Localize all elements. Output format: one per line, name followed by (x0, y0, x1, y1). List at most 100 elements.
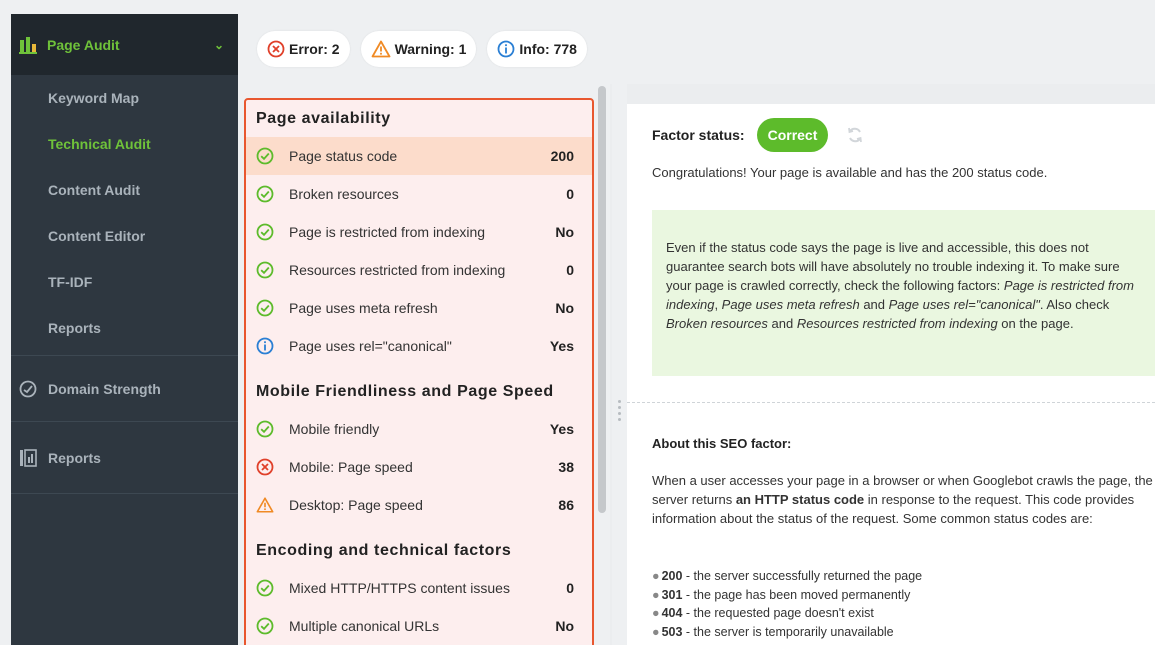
section-title: Page availability (256, 109, 391, 127)
warning-icon (371, 40, 390, 58)
note-text-part: Broken resources (666, 316, 768, 331)
status-code-desc: - the requested page doesn't exist (682, 606, 874, 620)
note-text-part: Page uses rel="canonical" (888, 297, 1040, 312)
sidebar-item-reports[interactable]: Reports (11, 422, 238, 494)
status-code-list: ● 200 - the server successfully returned … (652, 567, 922, 641)
factor-status-label: Factor status: (652, 127, 745, 143)
sidebar-item-reports[interactable]: Reports (11, 305, 238, 351)
check-circle-icon (256, 223, 274, 241)
warning-icon (256, 497, 274, 513)
sidebar-item-label: Domain Strength (48, 380, 161, 397)
factor-label: Page status code (289, 148, 398, 164)
status-code-desc: - the page has been moved permanently (682, 587, 911, 602)
factor-row[interactable]: Multiple canonical URLs No (246, 607, 592, 645)
sidebar-item-content-editor[interactable]: Content Editor (11, 213, 238, 259)
factor-value: 0 (566, 186, 574, 202)
status-code: 503 (661, 624, 683, 639)
sidebar-submenu: Keyword Map Technical Audit Content Audit C… (11, 75, 238, 351)
warning-filter-button[interactable]: Warning: 1 (360, 31, 477, 67)
error-icon (267, 40, 285, 58)
left-frame (0, 14, 11, 645)
factor-row[interactable]: Mobile friendly Yes (246, 410, 592, 448)
factor-row[interactable]: Resources restricted from indexing 0 (246, 251, 592, 289)
check-circle-icon (256, 147, 274, 165)
status-code-desc: - the server successfully returned the p… (682, 569, 923, 583)
factor-row[interactable]: Page status code 200 (246, 137, 592, 175)
factor-row[interactable]: Mobile: Page speed 38 (246, 448, 592, 486)
chevron-down-icon[interactable]: ⌄ (214, 38, 224, 52)
factor-value: 0 (566, 262, 574, 278)
info-count-label: Info: 778 (519, 41, 577, 57)
note-text-part: on the page. (997, 316, 1074, 331)
status-code-desc: - the server is temporarily unavailable (682, 624, 894, 639)
factor-row[interactable]: Mixed HTTP/HTTPS content issues 0 (246, 569, 592, 607)
sidebar-item-technical-audit[interactable]: Technical Audit (11, 121, 238, 167)
factor-label: Multiple canonical URLs (289, 618, 440, 634)
factor-list: Page availability Page status code 200 Brok… (244, 98, 594, 645)
about-factor-title: About this SEO factor: (652, 436, 792, 451)
factor-row[interactable]: Desktop: Page speed 86 (246, 486, 592, 524)
scrollbar-thumb[interactable] (598, 86, 606, 513)
status-code-item: ● 503 - the server is temporarily unavail… (652, 623, 922, 642)
factor-row[interactable]: Page is restricted from indexing No (246, 213, 592, 251)
check-circle-icon (256, 185, 274, 203)
status-badge: Correct (756, 118, 829, 152)
note-text-part: Resources restricted from indexing (796, 316, 998, 331)
sidebar-item-content-audit[interactable]: Content Audit (11, 167, 238, 213)
factor-value: No (555, 618, 574, 634)
factor-label: Page uses rel="canonical" (289, 338, 452, 354)
factor-status-row: Factor status: Correct (652, 118, 864, 152)
factor-value: Yes (549, 338, 574, 354)
factor-value: 86 (558, 497, 574, 513)
factor-value: 200 (550, 148, 574, 164)
sidebar-header-page-audit[interactable]: Page Audit ⌄ (11, 14, 238, 75)
status-code: 200 (661, 569, 683, 583)
sidebar: Page Audit ⌄ Keyword Map Technical Audit C… (11, 14, 238, 645)
factor-value: Yes (549, 421, 574, 437)
factor-label: Desktop: Page speed (289, 497, 423, 513)
note-text-part: Page uses meta refresh (721, 297, 860, 312)
note-text-part: and (767, 316, 797, 331)
factor-value: No (555, 224, 574, 240)
issues-toolbar: Error: 2 Warning: 1 Info: 778 (238, 14, 1155, 84)
factor-label: Broken resources (289, 186, 399, 202)
status-code: 301 (661, 587, 683, 602)
refresh-icon[interactable] (846, 126, 864, 144)
report-icon (20, 448, 37, 467)
info-icon (256, 337, 274, 355)
check-circle-icon (256, 261, 274, 279)
sidebar-item-keyword-map[interactable]: Keyword Map (11, 75, 238, 121)
bullet-icon: ● (652, 587, 660, 602)
info-icon (497, 40, 515, 58)
bullet-icon: ● (652, 606, 660, 620)
error-filter-button[interactable]: Error: 2 (257, 31, 350, 67)
info-filter-button[interactable]: Info: 778 (487, 31, 587, 67)
factor-row[interactable]: Broken resources 0 (246, 175, 592, 213)
note-text-part: . Also check (1039, 297, 1110, 312)
factor-row[interactable]: Page uses meta refresh No (246, 289, 592, 327)
bullet-icon: ● (652, 624, 660, 639)
factor-label: Mobile: Page speed (289, 459, 413, 475)
sidebar-item-domain-strength[interactable]: Domain Strength (11, 356, 238, 422)
note-text-part: and (859, 297, 889, 312)
status-message: Congratulations! Your page is available … (652, 165, 1048, 180)
about-text-bold: an HTTP status code (735, 492, 865, 507)
factor-label: Resources restricted from indexing (289, 262, 506, 278)
factor-list-container: Page availability Page status code 200 Brok… (238, 84, 610, 645)
bullet-icon: ● (652, 569, 660, 583)
about-factor-text: When a user accesses your page in a brow… (652, 471, 1155, 528)
sidebar-item-label: Reports (48, 449, 101, 466)
splitter-grip-icon[interactable] (618, 400, 621, 422)
check-circle-icon (256, 617, 274, 635)
sidebar-header-label: Page Audit (47, 36, 120, 53)
page-audit-icon (19, 36, 37, 54)
top-frame (0, 0, 1155, 14)
factor-label: Page uses meta refresh (289, 300, 438, 316)
sidebar-item-tf-idf[interactable]: TF-IDF (11, 259, 238, 305)
panel-splitter[interactable] (612, 84, 627, 645)
factor-label: Mixed HTTP/HTTPS content issues (289, 580, 510, 596)
factor-row[interactable]: Page uses rel="canonical" Yes (246, 327, 592, 365)
check-circle-icon (256, 420, 274, 438)
gauge-icon (19, 380, 37, 397)
status-code-item: ● 301 - the page has been moved permanent… (652, 586, 922, 605)
